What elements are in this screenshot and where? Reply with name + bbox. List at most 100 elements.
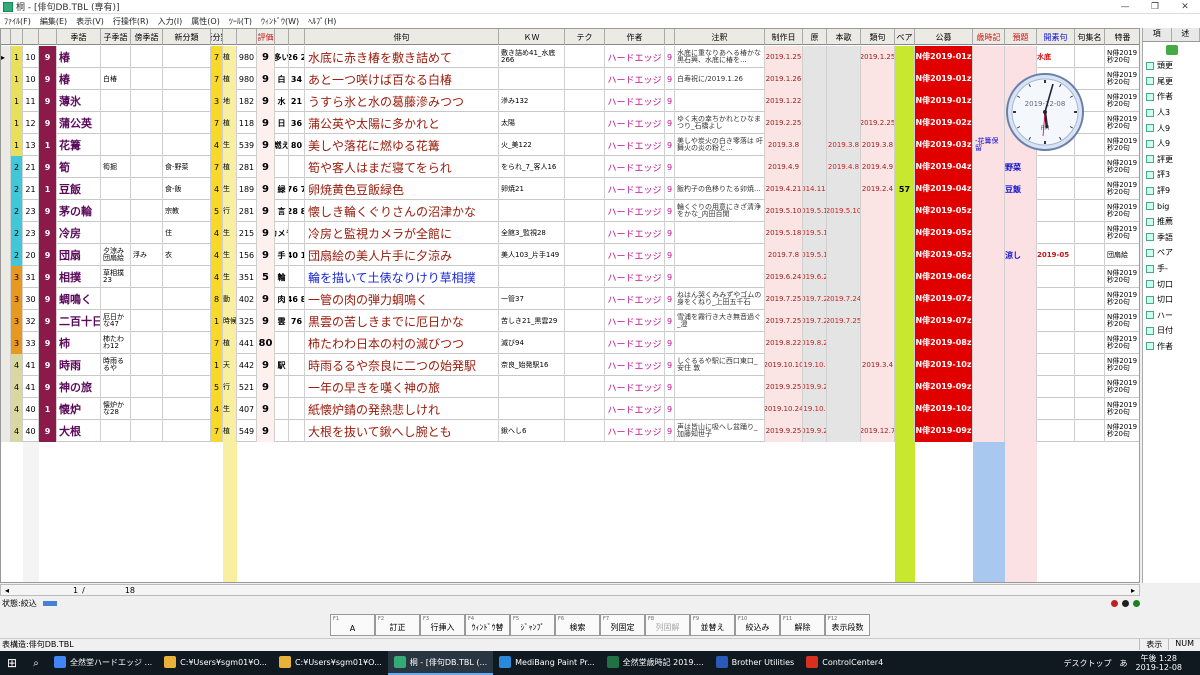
column-header[interactable]: ペア <box>895 29 915 45</box>
function-key-f4[interactable]: F4 ｳｨﾝﾄﾞｳ替 <box>465 614 510 636</box>
panel-item[interactable]: 人9 <box>1143 120 1200 136</box>
column-header[interactable]: 子季語 <box>101 29 131 45</box>
menu-item[interactable]: 表示(V) <box>76 16 104 27</box>
function-key-f5[interactable]: F5 ｼﾞｬﾝﾌﾟ <box>510 614 555 636</box>
column-header[interactable]: 句集名 <box>1075 29 1105 45</box>
taskbar-app-button[interactable]: 桐 - [俳句DB.TBL (... <box>387 651 494 675</box>
column-header[interactable] <box>223 29 237 45</box>
cell-haiku[interactable]: 冷房と監視カメラが全館に <box>305 222 499 244</box>
cell-kigo[interactable]: 神の旅 <box>57 376 101 398</box>
panel-item[interactable]: 人9 <box>1143 136 1200 152</box>
panel-action-icon[interactable] <box>1143 42 1200 58</box>
function-key-f9[interactable]: F9 並替え <box>690 614 735 636</box>
search-icon[interactable]: ⌕ <box>24 658 48 669</box>
table-row[interactable]: 4 40 1 懐炉 懐炉かな28 4 生 407 9 紙懐炉錆の発熱悲しけれ ハードエッジ 9 2019… <box>1 398 1139 420</box>
menu-item[interactable]: 入力(I) <box>158 16 183 27</box>
cell-haiku[interactable]: 時雨るるや奈良に二つの始発駅 <box>305 354 499 376</box>
panel-item[interactable]: 手- <box>1143 261 1200 277</box>
function-key-f3[interactable]: F3 行挿入 <box>420 614 465 636</box>
cell-haiku[interactable]: 黒雲の苦しきまでに厄日かな <box>305 310 499 332</box>
menu-item[interactable]: ﾍﾙﾌﾟ(H) <box>308 16 336 27</box>
table-row[interactable]: ▸1109椿7植9809多い26 2水底に赤き椿を敷き詰めて敷き詰め41_水底2… <box>1 46 1139 68</box>
column-header[interactable] <box>11 29 23 45</box>
cell-haiku[interactable]: 懐しき輪くぐりさんの沼津かな <box>305 200 499 222</box>
panel-item[interactable]: 評3 <box>1143 167 1200 183</box>
column-header[interactable]: ＫＷ <box>499 29 565 45</box>
menu-item[interactable]: ﾌｧｲﾙ(F) <box>4 16 31 27</box>
cell-kigo[interactable]: 茅の輪 <box>57 200 101 222</box>
column-header[interactable]: 評価 <box>257 29 275 45</box>
table-row[interactable]: 1 12 9 蒲公英 7 植 118 9 日 36 蒲公英や太陽に多かれと 太陽 ハードエッジ 9 ゆく末の… <box>1 112 1139 134</box>
column-header[interactable] <box>23 29 39 45</box>
function-key-f10[interactable]: F10 絞込み <box>735 614 780 636</box>
function-key-f11[interactable]: F11 解除 <box>780 614 825 636</box>
table-row[interactable]: 4 41 9 神の旅 5 行 521 9 一年の早きを嘆く神の旅 ハードエッジ 9 2019.9.25… <box>1 376 1139 398</box>
cell-kigo[interactable]: 団扇 <box>57 244 101 266</box>
column-header[interactable] <box>665 29 675 45</box>
cell-haiku[interactable]: 柿たわわ日本の村の滅びつつ <box>305 332 499 354</box>
menu-item[interactable]: 行操作(R) <box>113 16 149 27</box>
panel-item[interactable]: 評更 <box>1143 152 1200 168</box>
column-header[interactable] <box>275 29 289 45</box>
panel-tab[interactable]: 述 <box>1171 28 1200 41</box>
close-button[interactable]: ✕ <box>1170 2 1200 12</box>
function-key-f2[interactable]: F2 訂正 <box>375 614 420 636</box>
cell-kigo[interactable]: 大根 <box>57 420 101 442</box>
panel-item[interactable]: 切口 <box>1143 292 1200 308</box>
table-row[interactable]: 1 10 9 椿白椿 7 植 980 9 白 34 あと一つ咲けば百なる白椿 ハードエッジ 9 白寿祝に/… <box>1 68 1139 90</box>
cell-kigo[interactable]: 薄氷 <box>57 90 101 112</box>
column-header[interactable]: 公募 <box>915 29 973 45</box>
table-row[interactable]: 3 31 9 相撲 草相撲23 4 生 351 5 輪輪を描いて土俵なりけり草相撲 ハードエッジ 9 2… <box>1 266 1139 288</box>
cell-kigo[interactable]: 二百十日 <box>57 310 101 332</box>
cell-kigo[interactable]: 蜩鳴く <box>57 288 101 310</box>
cell-haiku[interactable]: あと一つ咲けば百なる白椿 <box>305 68 499 90</box>
function-key-f12[interactable]: F12 表示段数 <box>825 614 870 636</box>
column-header[interactable] <box>1 29 11 45</box>
cell-kigo[interactable]: 蒲公英 <box>57 112 101 134</box>
table-row[interactable]: 3309蜩鳴く8動4029肉46 8一管の肉の弾力蜩鳴く一管37ハードエッジ9ね… <box>1 288 1139 310</box>
cell-haiku[interactable]: 紙懐炉錆の発熱悲しけれ <box>305 398 499 420</box>
table-row[interactable]: 4 40 9 大根 7 植 549 9 大根を抜いて鍬へし腕とも 鍬へし6 ハードエッジ 9 声は皆山に… <box>1 420 1139 442</box>
column-header[interactable]: 傍季語 <box>131 29 163 45</box>
panel-item[interactable]: big <box>1143 198 1200 214</box>
scroll-left-icon[interactable]: ◂ <box>1 586 13 595</box>
taskbar-date[interactable]: 2019-12-08 <box>1136 663 1183 672</box>
panel-item[interactable]: ハー <box>1143 308 1200 324</box>
cell-haiku[interactable]: 蒲公英や太陽に多かれと <box>305 112 499 134</box>
menu-item[interactable]: ﾂｰﾙ(T) <box>229 16 252 27</box>
cell-kigo[interactable]: 筍 <box>57 156 101 178</box>
column-header[interactable]: 開素句 <box>1037 29 1075 45</box>
cell-haiku[interactable]: 美しや落花に燃ゆる花篝 <box>305 134 499 156</box>
panel-item[interactable]: 日付 <box>1143 323 1200 339</box>
column-header[interactable] <box>237 29 257 45</box>
cell-haiku[interactable]: 卵焼黄色豆飯緑色 <box>305 178 499 200</box>
column-header[interactable]: 本歌 <box>827 29 861 45</box>
cell-haiku[interactable]: うすら氷と水の葛藤滲みつつ <box>305 90 499 112</box>
column-header[interactable] <box>289 29 305 45</box>
cell-haiku[interactable]: 筍や客人はまだ寝てをられ <box>305 156 499 178</box>
panel-item[interactable]: 切口 <box>1143 276 1200 292</box>
cell-haiku[interactable]: 大根を抜いて鍬へし腕とも <box>305 420 499 442</box>
cell-kigo[interactable]: 豆飯 <box>57 178 101 200</box>
cell-haiku[interactable]: 一年の早きを嘆く神の旅 <box>305 376 499 398</box>
panel-item[interactable]: 評9 <box>1143 183 1200 199</box>
table-row[interactable]: 1 11 9 薄氷 3 地 182 9 水 21 うすら氷と水の葛藤滲みつつ 滲み132 ハードエッジ 9… <box>1 90 1139 112</box>
cell-haiku[interactable]: 水底に赤き椿を敷き詰めて <box>305 46 499 68</box>
column-header[interactable]: 新分類 <box>163 29 211 45</box>
panel-item[interactable]: 作者 <box>1143 89 1200 105</box>
cell-haiku[interactable]: 輪を描いて土俵なりけり草相撲 <box>305 266 499 288</box>
cell-kigo[interactable]: 相撲 <box>57 266 101 288</box>
cell-kigo[interactable]: 時雨 <box>57 354 101 376</box>
column-header[interactable]: 俳句 <box>305 29 499 45</box>
minimize-button[interactable]: — <box>1110 2 1140 12</box>
column-header[interactable]: 特番 <box>1105 29 1139 45</box>
ime-indicator[interactable]: あ <box>1120 658 1128 669</box>
cell-haiku[interactable]: 団扇絵の美人片手に夕涼み <box>305 244 499 266</box>
taskbar-app-button[interactable]: C:¥Users¥sgm01¥O... <box>273 651 388 675</box>
table-row[interactable]: 4 41 9 時雨 時雨るるや 1 天 442 9 駅時雨るるや奈良に二つの始発駅 奈良_始発駅16… <box>1 354 1139 376</box>
function-key-f6[interactable]: F6 検索 <box>555 614 600 636</box>
column-header[interactable] <box>39 29 57 45</box>
menu-item[interactable]: 編集(E) <box>40 16 67 27</box>
windows-start-icon[interactable]: ⊞ <box>0 651 24 675</box>
table-row[interactable]: 3 32 9 二百十日 厄日かな47 1 時候 325 9 雲 76 黒雲の苦しきまでに厄日かな 苦しき… <box>1 310 1139 332</box>
